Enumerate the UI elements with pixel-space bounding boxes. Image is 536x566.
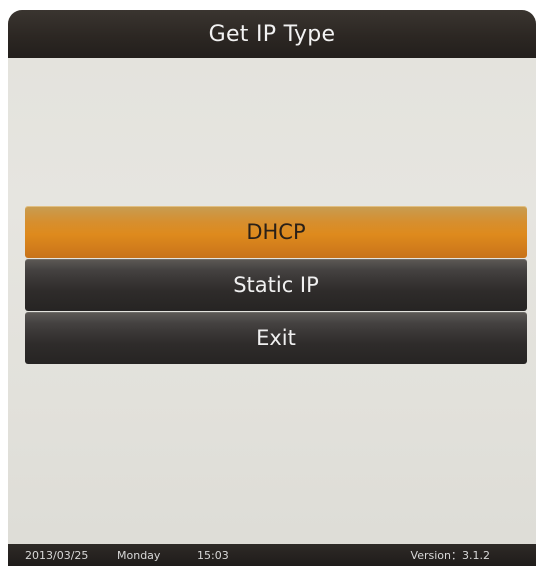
- menu-item-exit[interactable]: Exit: [25, 312, 527, 364]
- status-time: 15:03: [197, 549, 229, 562]
- status-bar: 2013/03/25 Monday 15:03 Version：3.1.2: [8, 544, 536, 566]
- menu-item-static-ip[interactable]: Static IP: [25, 259, 527, 311]
- status-date: 2013/03/25: [25, 549, 89, 562]
- status-day: Monday: [117, 549, 161, 562]
- title-bar: Get IP Type: [8, 10, 536, 58]
- menu-item-label: Exit: [256, 326, 296, 350]
- menu-item-label: Static IP: [233, 273, 319, 297]
- ip-type-menu: DHCP Static IP Exit: [25, 206, 527, 365]
- display-panel: Get IP Type DHCP Static IP Exit 2013/03/…: [8, 10, 536, 566]
- menu-item-label: DHCP: [246, 220, 306, 244]
- device-screen: Get IP Type DHCP Static IP Exit 2013/03/…: [0, 0, 536, 566]
- page-title: Get IP Type: [208, 22, 336, 47]
- status-version: Version：3.1.2: [410, 549, 490, 562]
- menu-item-dhcp[interactable]: DHCP: [25, 206, 527, 258]
